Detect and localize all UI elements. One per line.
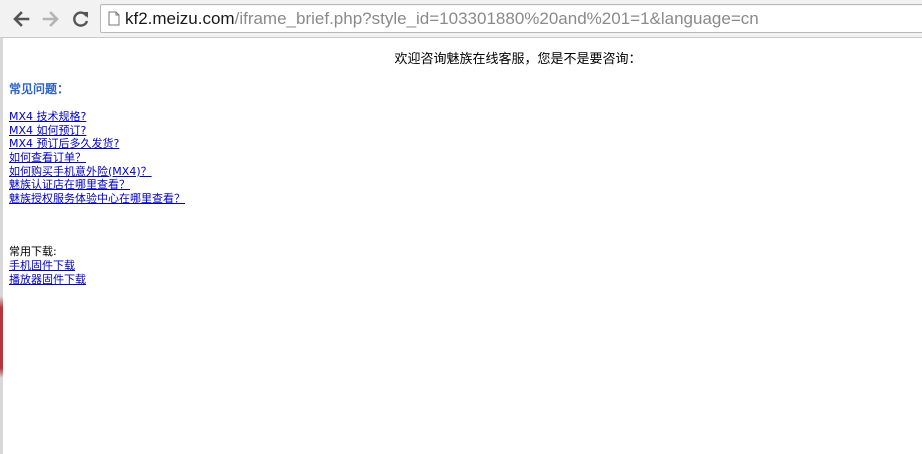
url-text: kf2.meizu.com/iframe_brief.php?style_id=… xyxy=(125,8,759,29)
faq-list-item: 如何购买手机意外险(MX4)？ xyxy=(9,165,185,179)
downloads-list: 手机固件下载 播放器固件下载 xyxy=(9,259,86,287)
reload-icon xyxy=(73,11,89,27)
faq-list-item: MX4 技术规格? xyxy=(9,110,185,124)
url-path: /iframe_brief.php?style_id=103301880%20a… xyxy=(234,9,759,28)
faq-link-check-order[interactable]: 如何查看订单？ xyxy=(9,151,86,164)
url-host: kf2.meizu.com xyxy=(125,9,235,28)
browser-toolbar: kf2.meizu.com/iframe_brief.php?style_id=… xyxy=(0,0,922,38)
faq-heading: 常见问题： xyxy=(9,82,70,96)
address-bar[interactable]: kf2.meizu.com/iframe_brief.php?style_id=… xyxy=(100,4,922,33)
faq-link-mx4-specs[interactable]: MX4 技术规格? xyxy=(9,110,86,123)
reload-button[interactable] xyxy=(70,8,92,30)
forward-arrow-icon xyxy=(42,11,59,27)
faq-link-mx4-shipping[interactable]: MX4 预订后多久发货? xyxy=(9,137,119,150)
download-link-player-firmware[interactable]: 播放器固件下载 xyxy=(9,273,86,286)
downloads-label: 常用下载: xyxy=(9,245,57,258)
faq-link-certified-stores[interactable]: 魅族认证店在哪里查看？ xyxy=(9,178,130,191)
download-link-phone-firmware[interactable]: 手机固件下载 xyxy=(9,259,75,272)
faq-list: MX4 技术规格? MX4 如何预订? MX4 预订后多久发货? 如何查看订单？… xyxy=(9,110,185,206)
faq-list-item: MX4 预订后多久发货? xyxy=(9,137,185,151)
faq-list-item: 如何查看订单？ xyxy=(9,151,185,165)
faq-link-buy-insurance[interactable]: 如何购买手机意外险(MX4)？ xyxy=(9,165,152,178)
page-content: 欢迎咨询魅族在线客服，您是不是要咨询： 常见问题： MX4 技术规格? MX4 … xyxy=(0,38,922,454)
download-list-item: 播放器固件下载 xyxy=(9,273,86,287)
faq-link-service-centers[interactable]: 魅族授权服务体验中心在哪里查看？ xyxy=(9,192,185,205)
page-icon xyxy=(108,11,120,26)
welcome-message: 欢迎咨询魅族在线客服，您是不是要咨询： xyxy=(394,52,642,67)
faq-list-item: 魅族认证店在哪里查看？ xyxy=(9,178,185,192)
forward-button[interactable] xyxy=(40,8,62,30)
faq-list-item: 魅族授权服务体验中心在哪里查看？ xyxy=(9,192,185,206)
download-list-item: 手机固件下载 xyxy=(9,259,86,273)
back-button[interactable] xyxy=(10,8,32,30)
faq-link-mx4-preorder[interactable]: MX4 如何预订? xyxy=(9,124,86,137)
back-arrow-icon xyxy=(13,11,30,27)
faq-list-item: MX4 如何预订? xyxy=(9,124,185,138)
